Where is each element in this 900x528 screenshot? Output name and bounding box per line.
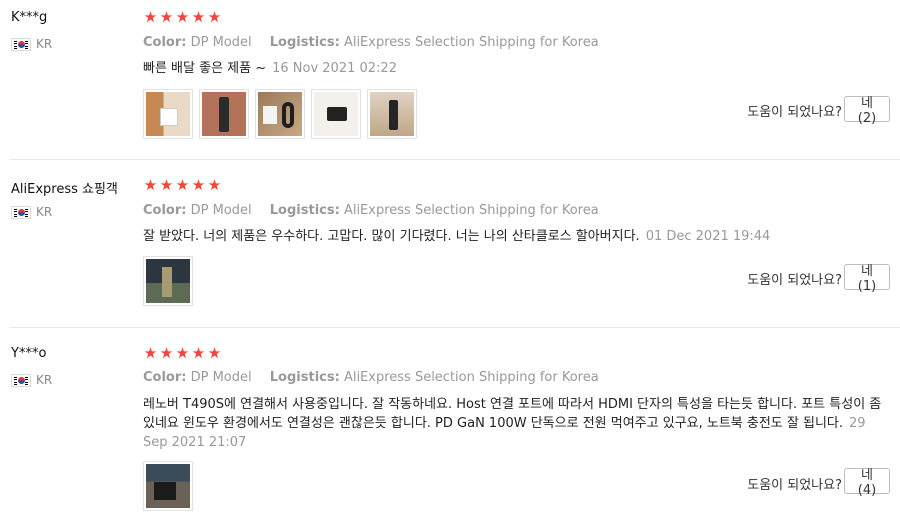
- review-photos: [143, 89, 417, 139]
- helpful-yes-button[interactable]: 네 (1): [844, 264, 890, 294]
- review-text: 레노버 T490S에 연결해서 사용중입니다. 잘 작동하네요. Host 연결…: [143, 397, 882, 431]
- star-icon: ★: [143, 344, 158, 362]
- reviewer-country: KR: [11, 373, 52, 387]
- reviewer-country: KR: [11, 205, 52, 219]
- color-value: DP Model: [190, 35, 252, 50]
- star-icon: ★: [191, 176, 206, 194]
- star-icon: ★: [207, 176, 222, 194]
- star-icon: ★: [191, 344, 206, 362]
- review-photos: [143, 461, 193, 511]
- photo-laptop-setup: [146, 464, 190, 508]
- reviewer-country: KR: [11, 37, 52, 51]
- star-rating: ★ ★ ★ ★ ★: [143, 346, 222, 361]
- star-icon: ★: [159, 8, 174, 26]
- star-rating: ★ ★ ★ ★ ★: [143, 10, 222, 25]
- review-text: 빠른 배달 좋은 제품 ~: [143, 61, 267, 76]
- logistics-key: Logistics:: [269, 370, 340, 385]
- helpful-question: 도움이 되었나요?: [747, 478, 842, 493]
- star-icon: ★: [159, 344, 174, 362]
- review-photo-thumbnail[interactable]: [143, 461, 193, 511]
- review-meta: Color: DP Model Logistics: AliExpress Se…: [143, 35, 599, 50]
- review-date: 16 Nov 2021 02:22: [272, 61, 397, 76]
- color-value: DP Model: [190, 370, 252, 385]
- photo-charger-box: [146, 92, 190, 136]
- color-key: Color:: [143, 203, 187, 218]
- star-icon: ★: [175, 8, 190, 26]
- helpful-yes-button[interactable]: 네 (2): [844, 96, 890, 126]
- country-code: KR: [36, 205, 53, 219]
- star-rating: ★ ★ ★ ★ ★: [143, 178, 222, 193]
- helpful-question: 도움이 되었나요?: [747, 273, 842, 288]
- korea-flag-icon: [11, 373, 31, 387]
- review-text: 잘 받았다. 너의 제품은 우수하다. 고맙다. 많이 기다렸다. 너는 나의 …: [143, 229, 640, 244]
- photo-device-in-use: [146, 259, 190, 303]
- review-date: 01 Dec 2021 19:44: [645, 229, 771, 244]
- review-photos: [143, 256, 193, 306]
- star-icon: ★: [143, 8, 158, 26]
- helpful-yes-button[interactable]: 네 (4): [844, 468, 890, 498]
- review-divider: [10, 327, 900, 328]
- logistics-value: AliExpress Selection Shipping for Korea: [343, 370, 599, 385]
- star-icon: ★: [207, 8, 222, 26]
- logistics-key: Logistics:: [269, 35, 340, 50]
- country-code: KR: [36, 37, 53, 51]
- helpful-question: 도움이 되었나요?: [747, 105, 842, 120]
- color-key: Color:: [143, 35, 187, 50]
- review-text-block: 빠른 배달 좋은 제품 ~ 16 Nov 2021 02:22: [143, 59, 888, 78]
- star-icon: ★: [159, 176, 174, 194]
- star-icon: ★: [175, 344, 190, 362]
- review-divider: [10, 159, 900, 160]
- photo-charger-black: [202, 92, 246, 136]
- review-photo-thumbnail[interactable]: [311, 89, 361, 139]
- review-meta: Color: DP Model Logistics: AliExpress Se…: [143, 203, 599, 218]
- reviewer-name: Y***o: [11, 346, 47, 361]
- photo-charger-parts: [258, 92, 302, 136]
- star-icon: ★: [207, 344, 222, 362]
- star-icon: ★: [143, 176, 158, 194]
- review-photo-thumbnail[interactable]: [143, 256, 193, 306]
- photo-charger-plug: [314, 92, 358, 136]
- review-text-block: 레노버 T490S에 연결해서 사용중입니다. 잘 작동하네요. Host 연결…: [143, 395, 888, 452]
- country-code: KR: [36, 373, 53, 387]
- star-icon: ★: [191, 8, 206, 26]
- reviewer-name: AliExpress 쇼핑객: [11, 182, 118, 197]
- logistics-value: AliExpress Selection Shipping for Korea: [343, 203, 599, 218]
- review-text-block: 잘 받았다. 너의 제품은 우수하다. 고맙다. 많이 기다렸다. 너는 나의 …: [143, 227, 888, 246]
- reviewer-name: K***g: [11, 10, 48, 25]
- korea-flag-icon: [11, 205, 31, 219]
- review-photo-thumbnail[interactable]: [143, 89, 193, 139]
- photo-charger-cable: [370, 92, 414, 136]
- color-key: Color:: [143, 370, 187, 385]
- korea-flag-icon: [11, 37, 31, 51]
- review-photo-thumbnail[interactable]: [255, 89, 305, 139]
- review-meta: Color: DP Model Logistics: AliExpress Se…: [143, 370, 599, 385]
- logistics-value: AliExpress Selection Shipping for Korea: [343, 35, 599, 50]
- color-value: DP Model: [190, 203, 252, 218]
- review-photo-thumbnail[interactable]: [367, 89, 417, 139]
- review-photo-thumbnail[interactable]: [199, 89, 249, 139]
- logistics-key: Logistics:: [269, 203, 340, 218]
- star-icon: ★: [175, 176, 190, 194]
